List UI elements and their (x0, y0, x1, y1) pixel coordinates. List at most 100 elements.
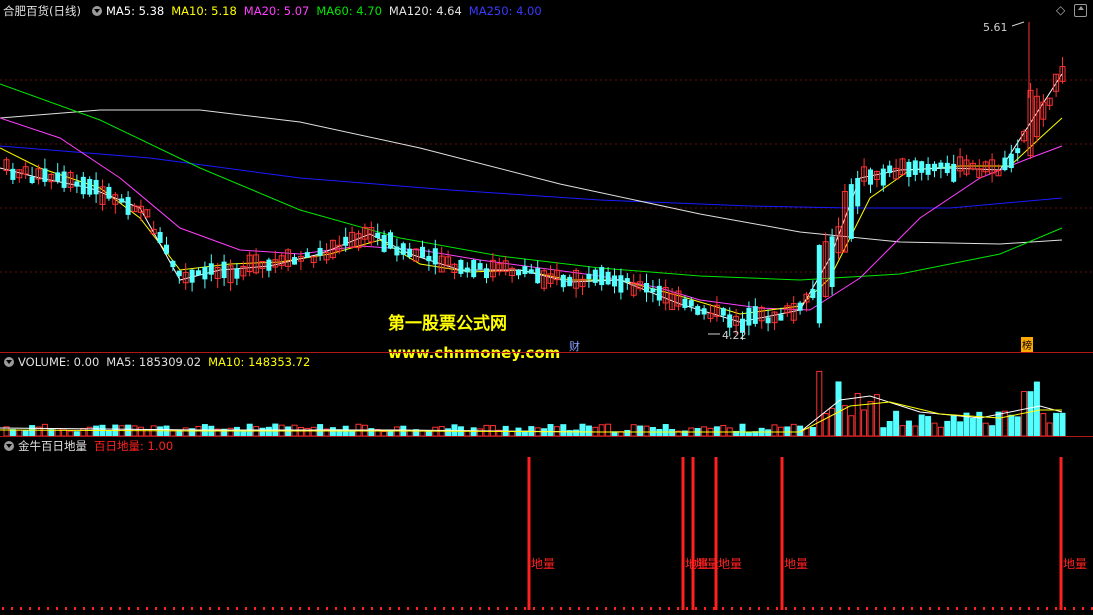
baseline-tick (902, 607, 904, 610)
candle-body (343, 236, 349, 246)
dropdown-icon[interactable] (4, 357, 14, 367)
baseline-tick (515, 607, 517, 610)
candle-body (29, 176, 35, 184)
candle-body (592, 269, 598, 283)
baseline-tick (1055, 607, 1057, 610)
candle-body (618, 275, 624, 293)
volume-bar (1014, 416, 1021, 436)
baseline-tick (758, 607, 760, 610)
ma120-label: MA120: 4.64 (388, 4, 462, 18)
ma60-label: MA60: 4.70 (316, 4, 382, 18)
volume-bar (899, 425, 906, 436)
volume-bar (29, 425, 36, 436)
stock-title[interactable]: 合肥百货(日线) (3, 3, 81, 19)
baseline-tick (1010, 607, 1012, 610)
volume-bar (1040, 413, 1047, 436)
baseline-tick (641, 607, 643, 610)
volume-bar (93, 425, 100, 436)
candle-body (125, 197, 131, 215)
baseline-tick (1073, 607, 1075, 610)
baseline-tick (1064, 607, 1066, 610)
volume-bar (1046, 422, 1053, 436)
candle-body (407, 248, 413, 257)
baseline-tick (551, 607, 553, 610)
candle-body (432, 248, 438, 265)
volume-bar (1033, 381, 1040, 436)
baseline-tick (794, 607, 796, 610)
baseline-tick (425, 607, 427, 610)
candle-body (157, 232, 163, 243)
ma10-label: MA10: 5.18 (171, 4, 237, 18)
baseline-tick (146, 607, 148, 610)
baseline-tick (632, 607, 634, 610)
dropdown-icon[interactable] (4, 441, 14, 451)
volume-chart[interactable] (0, 370, 1093, 436)
volume-bar (816, 370, 823, 436)
baseline-tick (155, 607, 157, 610)
baseline-tick (344, 607, 346, 610)
baseline-tick (200, 607, 202, 610)
rank-marker[interactable]: 榜 (1021, 337, 1033, 352)
baseline-tick (1037, 607, 1039, 610)
volume-bar (957, 421, 964, 436)
signal-label: 地量 (1063, 557, 1087, 571)
volume-bar (739, 423, 746, 436)
candle-body (848, 184, 854, 239)
indicator-name[interactable]: 金牛百日地量 (18, 438, 87, 454)
baseline-tick (218, 607, 220, 610)
candle-body (605, 271, 611, 285)
baseline-tick (722, 607, 724, 610)
baseline-tick (209, 607, 211, 610)
candle-body (234, 268, 240, 279)
candle-body (797, 302, 803, 311)
baseline-tick (1019, 607, 1021, 610)
volume-bar (982, 422, 989, 436)
candle-body (778, 314, 784, 321)
candle-body (656, 285, 662, 301)
baseline-tick (272, 607, 274, 610)
price-chart[interactable] (0, 18, 1093, 353)
candle-body (599, 267, 605, 286)
baseline-tick (533, 607, 535, 610)
volume-bar (445, 428, 452, 436)
candle-body (61, 171, 67, 188)
baseline-tick (362, 607, 364, 610)
baseline-tick (920, 607, 922, 610)
diamond-icon[interactable]: ◇ (1056, 3, 1065, 17)
volume-bar (585, 425, 592, 436)
volume-bar (1059, 412, 1066, 436)
baseline-tick (353, 607, 355, 610)
volume-bar (969, 417, 976, 436)
baseline-tick (38, 607, 40, 610)
baseline-tick (704, 607, 706, 610)
baseline-tick (893, 607, 895, 610)
baseline-tick (389, 607, 391, 610)
candle-body (535, 268, 541, 284)
volume-bar (637, 425, 644, 436)
baseline-tick (947, 607, 949, 610)
indicator-chart[interactable]: 地量 地量地量地量 地量 地量 (0, 455, 1093, 615)
candle-body (426, 255, 432, 262)
candle-body (938, 162, 944, 169)
volume-bar (547, 424, 554, 436)
ma10-line (0, 117, 1063, 315)
candle-body (164, 244, 169, 254)
volume-bar (80, 427, 87, 436)
volume-bar (265, 426, 272, 436)
indicator-value: 百日地量: 1.00 (94, 439, 174, 453)
expand-icon[interactable] (1074, 4, 1087, 17)
candle-body (10, 168, 16, 180)
baseline-tick (1046, 607, 1048, 610)
ma250-label: MA250: 4.00 (468, 4, 542, 18)
baseline-tick (587, 607, 589, 610)
dropdown-icon[interactable] (91, 6, 102, 16)
baseline-tick (83, 607, 85, 610)
candle-body (912, 160, 918, 175)
volume-bar (598, 424, 605, 436)
volume-bar (918, 414, 925, 436)
baseline-tick (20, 607, 22, 610)
volume-bar (662, 424, 669, 436)
volume-bar (771, 424, 778, 436)
volume-bar (905, 420, 912, 436)
baseline-tick (668, 607, 670, 610)
